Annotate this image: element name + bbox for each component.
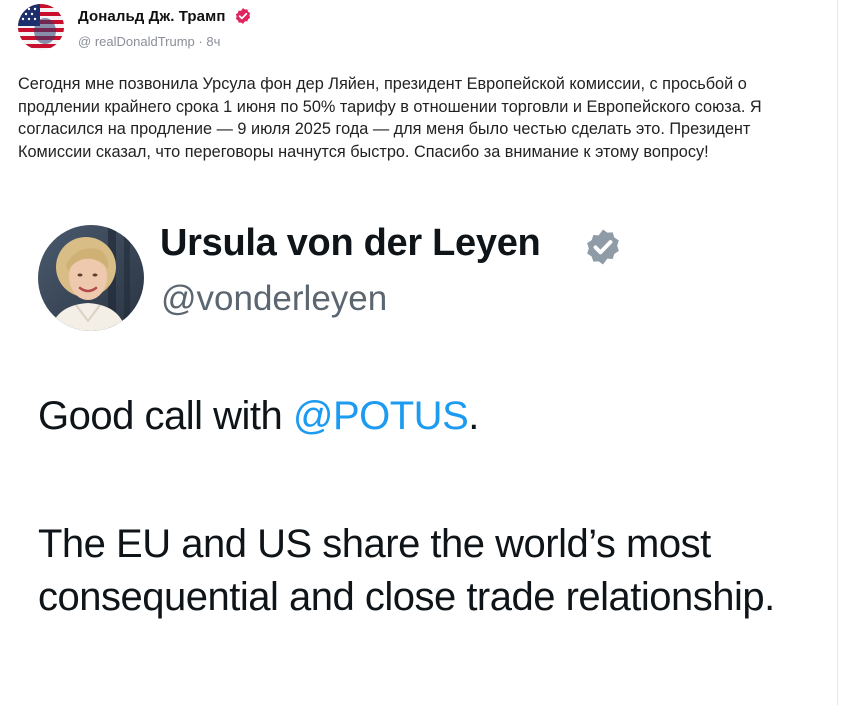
- handle-separator: ·: [198, 34, 203, 50]
- quoted-text-prefix: Good call with: [38, 394, 293, 438]
- quoted-author-handle: @vonderleyen: [161, 279, 388, 318]
- post-text: Сегодня мне позвонила Урсула фон дер Ляй…: [18, 73, 808, 163]
- quoted-text-suffix: .: [468, 394, 479, 438]
- quoted-mention: @POTUS: [292, 394, 469, 438]
- portrait-avatar-icon: [38, 225, 144, 331]
- post-text-body: Сегодня мне позвонила Урсула фон дер Ляй…: [18, 75, 762, 161]
- handle-at: @: [78, 34, 92, 50]
- quoted-author-name: Ursula von der Leyen: [160, 222, 541, 264]
- quoted-paragraph2-body: The EU and US share the world’s most con…: [38, 522, 775, 619]
- american-flag-avatar-icon: [18, 4, 64, 50]
- post-time[interactable]: 8ч: [206, 34, 220, 49]
- quoted-text-paragraph2: The EU and US share the world’s most con…: [38, 518, 808, 624]
- embedded-image[interactable]: Ursula von der Leyen @vonderleyen Good c…: [18, 202, 812, 705]
- author-handle-row: @ realDonaldTrump · 8ч: [78, 33, 220, 49]
- author-avatar[interactable]: [18, 4, 64, 50]
- quoted-avatar: [38, 225, 144, 331]
- verified-badge-icon: [235, 8, 251, 24]
- post-card: Дональд Дж. Трамп @ realDonaldTrump · 8ч…: [0, 0, 838, 705]
- author-name[interactable]: Дональд Дж. Трамп: [78, 8, 225, 25]
- quoted-text-line1: Good call with @POTUS.: [38, 394, 479, 439]
- verified-badge-icon: [587, 229, 619, 265]
- author-handle[interactable]: realDonaldTrump: [95, 34, 195, 49]
